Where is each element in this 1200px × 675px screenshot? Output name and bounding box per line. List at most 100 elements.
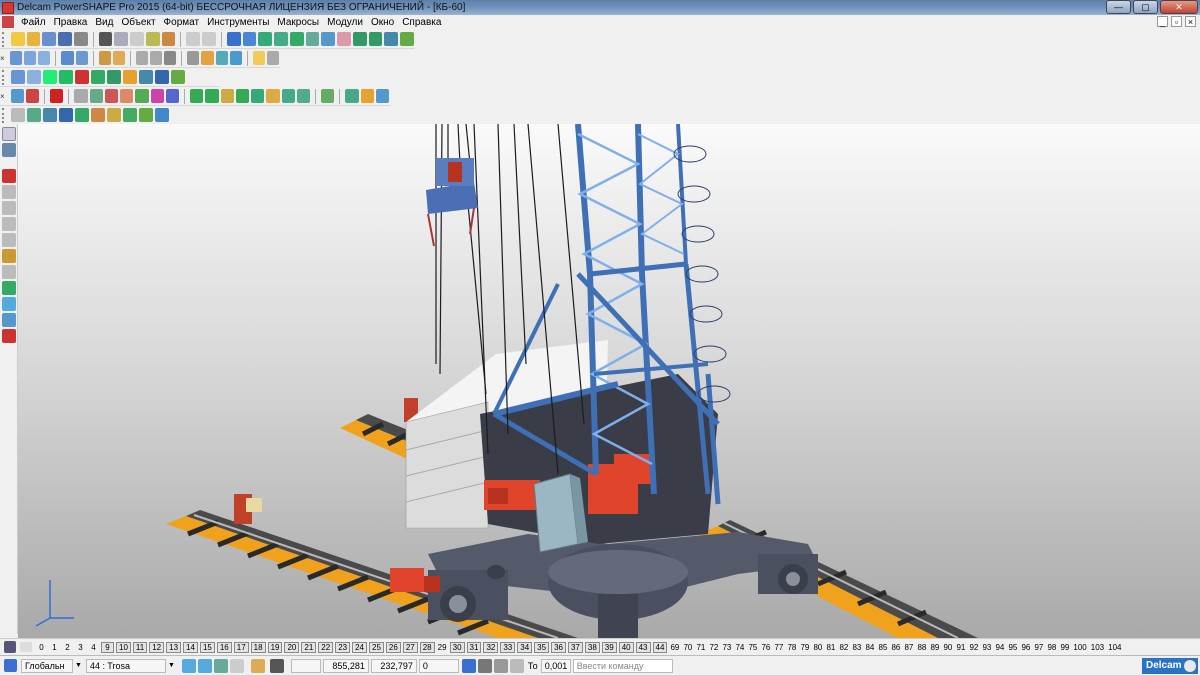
surface-trim-icon[interactable]: [91, 108, 105, 122]
solid-chamfer-icon[interactable]: [120, 89, 134, 103]
electrode-icon[interactable]: [155, 70, 169, 84]
rotate-icon[interactable]: [61, 51, 74, 65]
level-button[interactable]: 20: [284, 641, 300, 653]
level-button[interactable]: 44: [652, 641, 668, 653]
surface-morph-icon[interactable]: [123, 108, 137, 122]
block-icon[interactable]: [123, 70, 137, 84]
close-toolbar-icon[interactable]: ×: [0, 54, 7, 63]
zoom-icon[interactable]: [112, 51, 125, 65]
menu-window[interactable]: Окно: [367, 17, 398, 28]
level-button[interactable]: 17: [233, 641, 249, 653]
menu-object[interactable]: Объект: [117, 17, 159, 28]
level-button[interactable]: 40: [618, 641, 634, 653]
surface-tool-icon[interactable]: [1, 249, 16, 263]
level-button[interactable]: 97: [1032, 643, 1045, 652]
level-button[interactable]: 78: [785, 643, 798, 652]
menu-file[interactable]: Файл: [17, 17, 50, 28]
menu-tools[interactable]: Инструменты: [203, 17, 273, 28]
snap-icon[interactable]: [274, 32, 288, 46]
level-button[interactable]: 79: [798, 643, 811, 652]
surface-fill-icon[interactable]: [75, 108, 89, 122]
coord-abs-icon[interactable]: [477, 658, 492, 673]
status-tool-2-icon[interactable]: [197, 658, 212, 673]
level-button[interactable]: 31: [466, 641, 482, 653]
toolbar-grip[interactable]: [2, 31, 7, 47]
solid-feature-1-icon[interactable]: [190, 89, 204, 103]
level-button[interactable]: 10: [116, 641, 131, 653]
level-button[interactable]: 27: [402, 641, 418, 653]
level-button[interactable]: 14: [183, 641, 198, 653]
solid-feature-7-icon[interactable]: [281, 89, 295, 103]
level-button[interactable]: 30: [449, 641, 465, 653]
curve-icon[interactable]: [305, 32, 320, 46]
level-button[interactable]: 98: [1045, 643, 1058, 652]
level-button[interactable]: 36: [551, 641, 566, 653]
close-toolbar-icon[interactable]: ×: [0, 92, 8, 101]
menu-macros[interactable]: Макросы: [273, 17, 323, 28]
level-select[interactable]: 44 : Trosa: [85, 658, 166, 673]
solid-tool-icon[interactable]: [1, 281, 16, 295]
ball-icon[interactable]: [75, 70, 89, 84]
level-button[interactable]: 29: [436, 643, 449, 652]
minimize-button[interactable]: —: [1106, 0, 1131, 14]
axis-icon[interactable]: [242, 32, 257, 46]
level-button[interactable]: 73: [720, 643, 733, 652]
level-button[interactable]: 4: [87, 643, 100, 652]
maximize-button[interactable]: ▢: [1133, 0, 1158, 14]
wizard-icon[interactable]: [400, 32, 414, 46]
assembly-icon[interactable]: [384, 32, 399, 46]
solid-add-icon[interactable]: [50, 89, 64, 103]
status-tool-1-icon[interactable]: [181, 658, 196, 673]
line-icon[interactable]: [1, 185, 16, 199]
mesh-tool-icon[interactable]: [1, 297, 16, 311]
level-button[interactable]: 75: [746, 643, 759, 652]
close-button[interactable]: ✕: [1160, 0, 1198, 14]
toolbar-grip[interactable]: [2, 107, 7, 123]
solid-feature-2-icon[interactable]: [205, 89, 219, 103]
solid-scale-icon[interactable]: [360, 89, 374, 103]
solid-transform-icon[interactable]: [375, 89, 390, 103]
solid-feature-3-icon[interactable]: [220, 89, 234, 103]
document-icon[interactable]: [27, 70, 41, 84]
level-button[interactable]: 84: [863, 643, 876, 652]
solid-fillet-icon[interactable]: [104, 89, 119, 103]
doc-minimize-button[interactable]: _: [1157, 16, 1168, 27]
level-button[interactable]: 81: [824, 643, 837, 652]
solid-feature-5-icon[interactable]: [251, 89, 265, 103]
new-file-icon[interactable]: [10, 32, 25, 46]
coord-rel-icon[interactable]: [493, 658, 508, 673]
level-button[interactable]: 16: [216, 641, 232, 653]
level-button[interactable]: 33: [500, 641, 516, 653]
select-icon[interactable]: [11, 70, 25, 84]
level-button[interactable]: 91: [954, 643, 967, 652]
level-button[interactable]: 3: [74, 643, 87, 652]
levels-scroll-left-icon[interactable]: [20, 642, 32, 652]
solid-cut-icon[interactable]: [135, 89, 149, 103]
rectangle-icon[interactable]: [1, 217, 16, 231]
level-button[interactable]: 70: [681, 643, 694, 652]
command-input[interactable]: Ввести команду: [572, 658, 673, 673]
surface-offset-icon[interactable]: [59, 108, 73, 122]
level-button[interactable]: 87: [902, 643, 915, 652]
level-button[interactable]: 18: [250, 641, 266, 653]
level-button[interactable]: 28: [419, 641, 435, 653]
zoom-in-icon[interactable]: [135, 51, 148, 65]
level-button[interactable]: 19: [267, 641, 283, 653]
workplane-icon[interactable]: [4, 659, 17, 672]
level-button[interactable]: 94: [993, 643, 1006, 652]
status-tool-3-icon[interactable]: [213, 658, 228, 673]
zoom-out-icon[interactable]: [149, 51, 163, 65]
level-button[interactable]: 1: [48, 643, 61, 652]
level-button[interactable]: 24: [352, 641, 367, 653]
level-button[interactable]: 104: [1106, 643, 1123, 652]
feature-icon[interactable]: [139, 70, 153, 84]
surface-edit-icon[interactable]: [43, 108, 57, 122]
level-button[interactable]: 88: [915, 643, 928, 652]
view-top-icon[interactable]: [38, 51, 51, 65]
level-button[interactable]: 89: [928, 643, 941, 652]
toolbar-grip[interactable]: [2, 69, 7, 85]
surface-curve-icon[interactable]: [27, 108, 41, 122]
level-button[interactable]: 95: [1006, 643, 1019, 652]
workplane-icon[interactable]: [226, 32, 241, 46]
print-icon[interactable]: [73, 32, 88, 46]
